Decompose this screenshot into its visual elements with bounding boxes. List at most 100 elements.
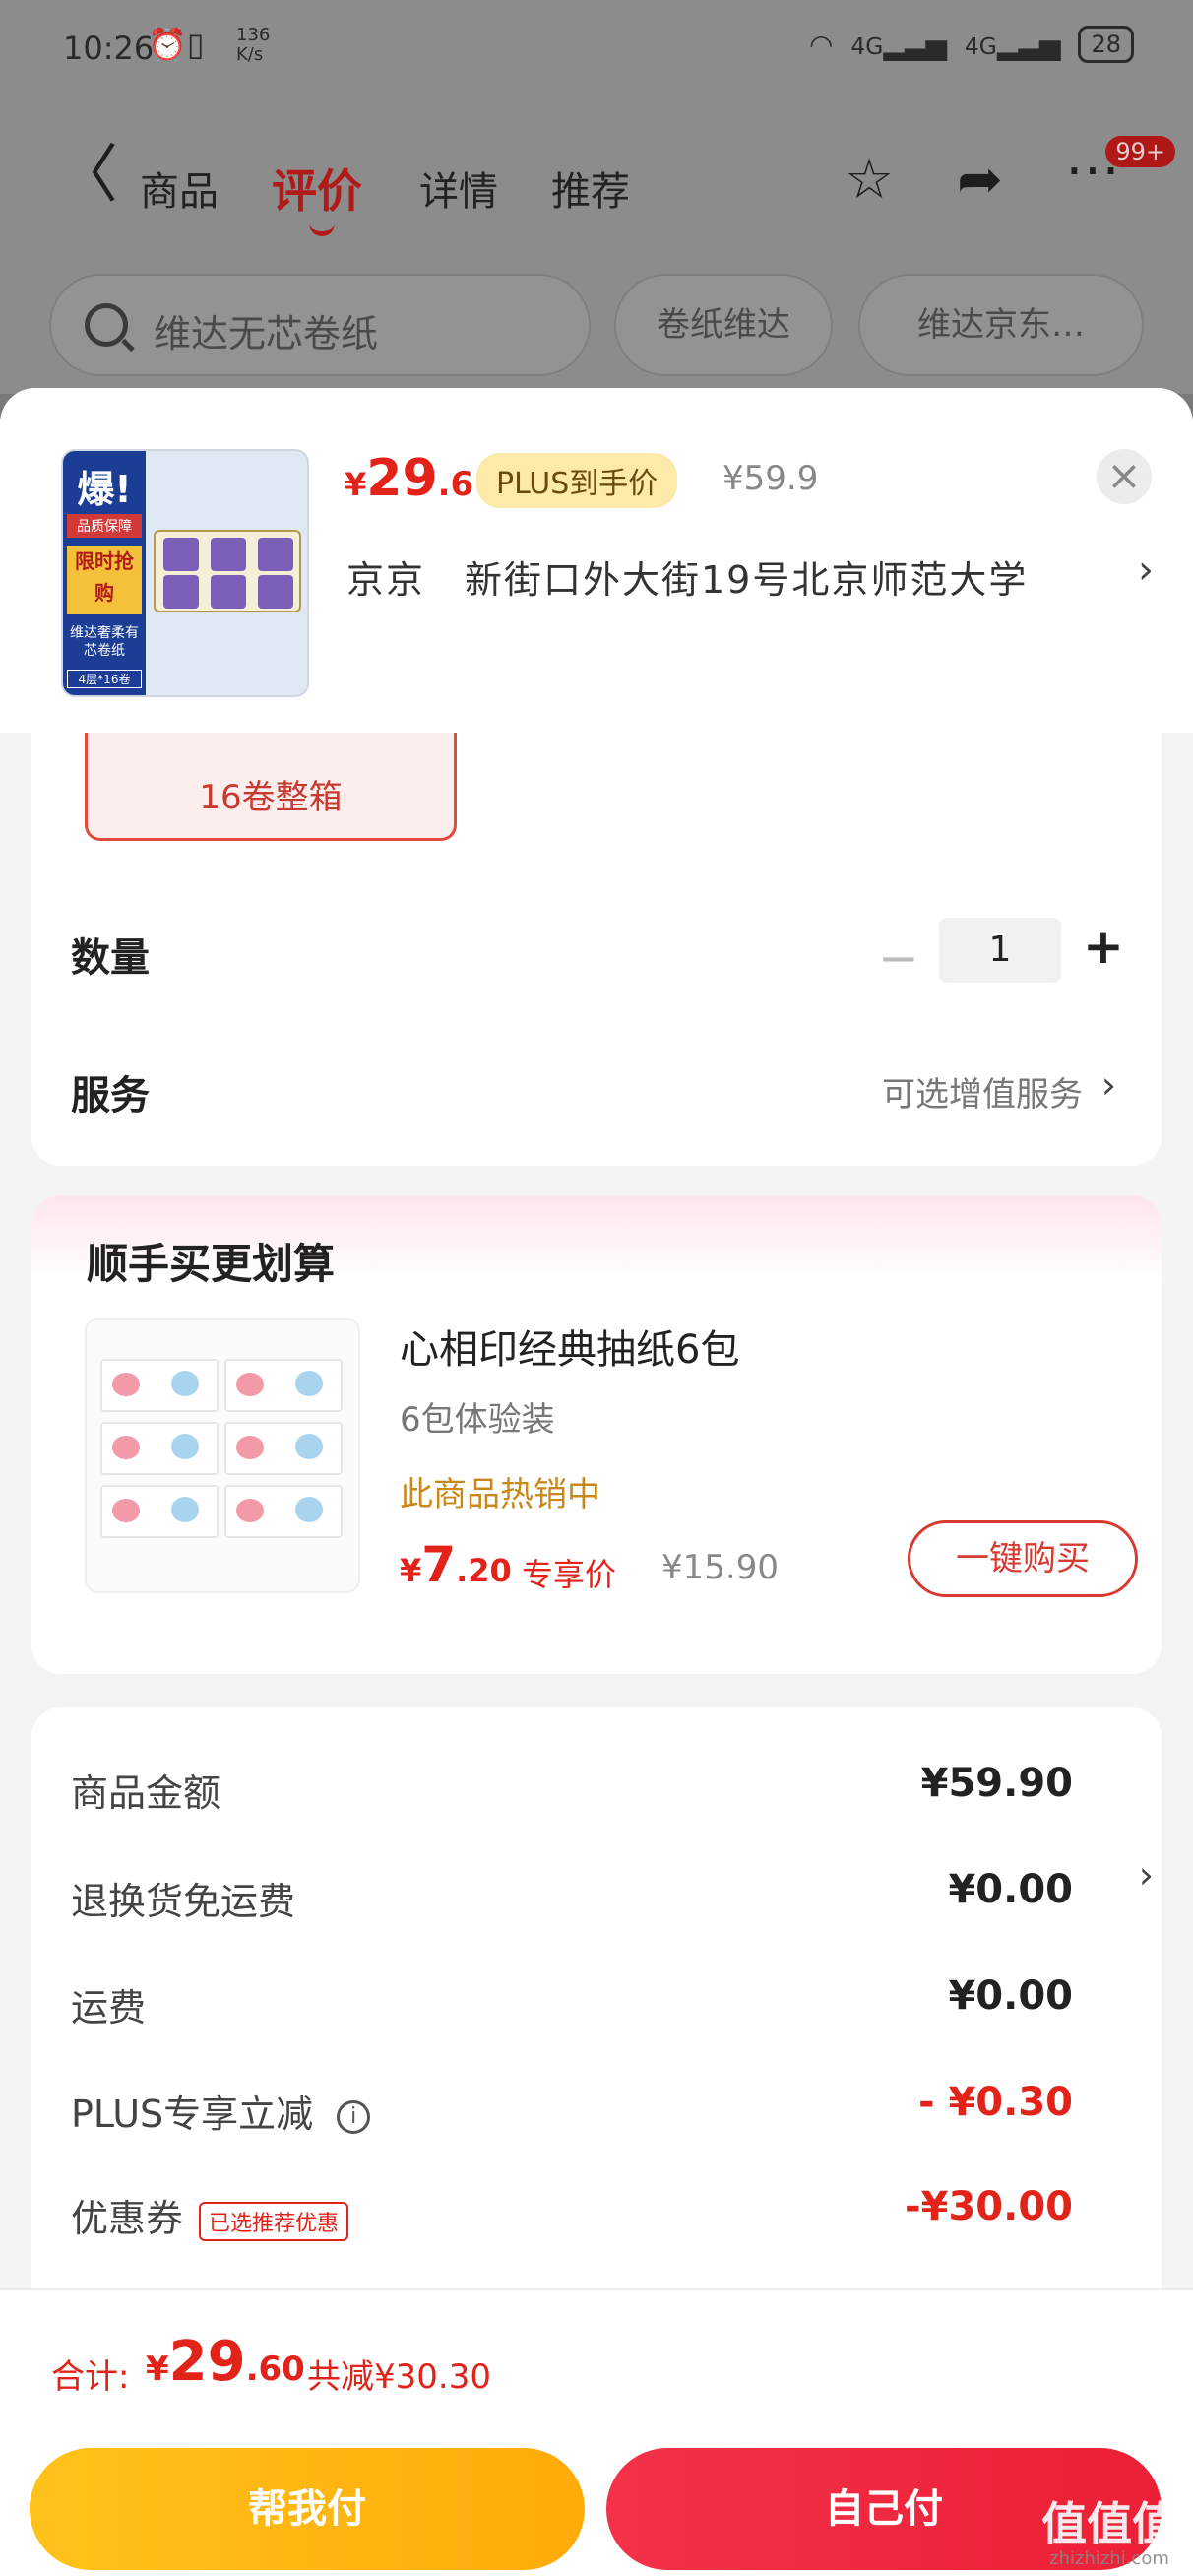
- delivery-address[interactable]: 京京 新街口外大街19号北京师范大学: [346, 549, 1028, 604]
- quantity-decrease-button[interactable]: −: [878, 930, 919, 987]
- plus-price-badge: PLUS到手价: [476, 453, 678, 508]
- bundle-hot-label: 此商品热销中: [400, 1475, 600, 1514]
- total-price-decimal: .60: [245, 2350, 305, 2389]
- chevron-right-icon[interactable]: ›: [1139, 1853, 1154, 1897]
- service-label: 服务: [71, 1073, 150, 1119]
- purchase-sheet: 爆! 品质保障 限时抢购 维达奢柔有芯卷纸 4层*16卷 ¥29.6 PLUS到…: [0, 388, 1193, 2576]
- thumbnail-guarantee-label: 品质保障: [67, 514, 142, 538]
- price-symbol: ¥: [345, 466, 367, 503]
- network-speed: 136 K/s: [236, 26, 270, 65]
- chevron-right-icon[interactable]: ›: [1138, 547, 1154, 593]
- roll-image: [211, 538, 246, 571]
- options-card: 4层*16卷 16卷整箱 数量 − 1 + 服务 可选增值服务 ›: [31, 683, 1162, 1166]
- wifi-icon: ◠: [808, 28, 834, 61]
- top-nav: 〈 商品 评价 详情 推荐 ☆ ➦ ⋯ 99+: [0, 98, 1193, 256]
- search-placeholder: 维达无芯卷纸: [154, 312, 379, 355]
- bundle-price-symbol: ¥: [400, 1552, 422, 1589]
- bundle-product-image[interactable]: [85, 1318, 360, 1593]
- thumbnail-spec: 4层*16卷: [67, 670, 142, 688]
- bundle-title: 顺手买更划算: [87, 1240, 336, 1288]
- bundle-price-integer: 7: [421, 1536, 457, 1593]
- summary-label-plus: PLUS专享立减: [71, 2093, 314, 2136]
- quantity-input[interactable]: 1: [939, 918, 1061, 983]
- summary-label-return-shipping: 退换货免运费: [71, 1880, 296, 1923]
- spec-option-label: 16卷整箱: [199, 778, 343, 817]
- total-price-integer: 29: [168, 2330, 246, 2394]
- search-icon: [85, 303, 128, 347]
- tab-reviews[interactable]: 评价: [272, 156, 362, 236]
- search-row: 维达无芯卷纸 卷纸维达 维达京东…: [0, 256, 1193, 394]
- watermark: 值值值 zhizhizhi.com: [1041, 2499, 1177, 2569]
- watermark-logo: 值值值: [1041, 2497, 1177, 2550]
- favorite-star-icon[interactable]: ☆: [845, 148, 894, 212]
- total-price-symbol: ¥: [146, 2350, 169, 2389]
- watermark-url: zhizhizhi.com: [1049, 2548, 1169, 2569]
- roll-image: [258, 575, 293, 609]
- price-summary-card: 商品金额 ¥59.90 退换货免运费 ¥0.00 运费 ¥0.00 PLUS专享…: [31, 1707, 1162, 2298]
- status-time: 10:26: [63, 30, 155, 67]
- info-icon[interactable]: i: [337, 2099, 371, 2134]
- summary-row-plus: PLUS专享立减 i: [71, 2084, 371, 2138]
- network-speed-value: 136: [236, 25, 271, 45]
- summary-label-goods: 商品金额: [71, 1771, 221, 1815]
- battery-icon: 28: [1078, 26, 1134, 63]
- original-price: ¥59.9: [722, 459, 819, 498]
- signal-icon-2: 4G▂▃▅: [964, 28, 1061, 61]
- summary-value-return-shipping: ¥0.00: [948, 1867, 1073, 1912]
- roll-image: [163, 575, 199, 609]
- quantity-label: 数量: [71, 935, 150, 981]
- help-me-pay-button[interactable]: 帮我付: [30, 2448, 585, 2570]
- tab-recommend[interactable]: 推荐: [551, 160, 630, 217]
- roll-image: [163, 538, 199, 571]
- one-click-buy-button[interactable]: 一键购买: [908, 1520, 1138, 1597]
- current-price: ¥29.6: [345, 449, 473, 508]
- tissue-pack-image: [100, 1359, 219, 1412]
- thumbnail-burst-label: 爆!: [77, 468, 132, 511]
- total-price: ¥29.60: [146, 2330, 305, 2394]
- bundle-card: 顺手买更划算 心相印经典抽纸6包 6包体验装 此商品热销中 ¥7.20 专享价 …: [31, 1195, 1162, 1674]
- summary-value-goods: ¥59.90: [920, 1761, 1073, 1806]
- product-box-image: [154, 530, 301, 612]
- summary-value-plus: - ¥0.30: [917, 2080, 1073, 2125]
- summary-value-shipping: ¥0.00: [948, 1973, 1073, 2019]
- close-icon[interactable]: ×: [1097, 449, 1152, 504]
- tab-goods[interactable]: 商品: [140, 160, 219, 217]
- roll-image: [211, 575, 246, 609]
- total-saved: 共减¥30.30: [307, 2357, 491, 2397]
- thumbnail-flash-label: 限时抢购: [67, 546, 142, 614]
- bundle-price-label: 专享价: [522, 1556, 617, 1593]
- tab-details[interactable]: 详情: [419, 160, 498, 217]
- price-decimal: .6: [437, 465, 474, 504]
- bundle-original-price: ¥15.90: [661, 1548, 779, 1587]
- search-chip-2[interactable]: 维达京东…: [858, 274, 1144, 376]
- search-input[interactable]: 维达无芯卷纸: [49, 274, 591, 376]
- tissue-pack-image: [224, 1422, 343, 1475]
- network-1: 4G: [850, 32, 884, 60]
- search-chip-1[interactable]: 卷纸维达: [614, 274, 833, 376]
- product-header: 爆! 品质保障 限时抢购 维达奢柔有芯卷纸 4层*16卷 ¥29.6 PLUS到…: [0, 388, 1193, 733]
- status-right: ◠ 4G▂▃▅ 4G▂▃▅ 28: [809, 26, 1134, 63]
- network-speed-unit: K/s: [236, 44, 264, 65]
- message-badge: 99+: [1105, 136, 1175, 167]
- quantity-increase-button[interactable]: +: [1083, 918, 1124, 975]
- bundle-product-name[interactable]: 心相印经典抽纸6包: [400, 1318, 739, 1375]
- summary-row-coupon[interactable]: 优惠券 已选推荐优惠: [71, 2188, 349, 2242]
- checkout-bar: 合计: ¥29.60 共减¥30.30 帮我付 自己付: [0, 2288, 1193, 2576]
- service-hint[interactable]: 可选增值服务: [882, 1067, 1083, 1116]
- summary-label-shipping: 运费: [71, 1986, 147, 2029]
- back-icon[interactable]: 〈: [55, 144, 118, 207]
- tissue-pack-image: [224, 1485, 343, 1538]
- bundle-price: ¥7.20: [400, 1536, 512, 1593]
- bundle-product-spec: 6包体验装: [400, 1400, 555, 1440]
- network-2: 4G: [964, 32, 997, 60]
- tissue-pack-image: [100, 1485, 219, 1538]
- total-label: 合计:: [51, 2357, 130, 2397]
- summary-value-coupon[interactable]: -¥30.00: [905, 2184, 1073, 2229]
- share-icon[interactable]: ➦: [957, 148, 1003, 212]
- coupon-tag: 已选推荐优惠: [199, 2201, 349, 2241]
- tissue-pack-image: [100, 1422, 219, 1475]
- chevron-right-icon[interactable]: ›: [1101, 1063, 1116, 1107]
- bundle-price-decimal: .20: [456, 1552, 512, 1589]
- tissue-pack-image: [224, 1359, 343, 1412]
- summary-label-coupon: 优惠券: [71, 2197, 184, 2240]
